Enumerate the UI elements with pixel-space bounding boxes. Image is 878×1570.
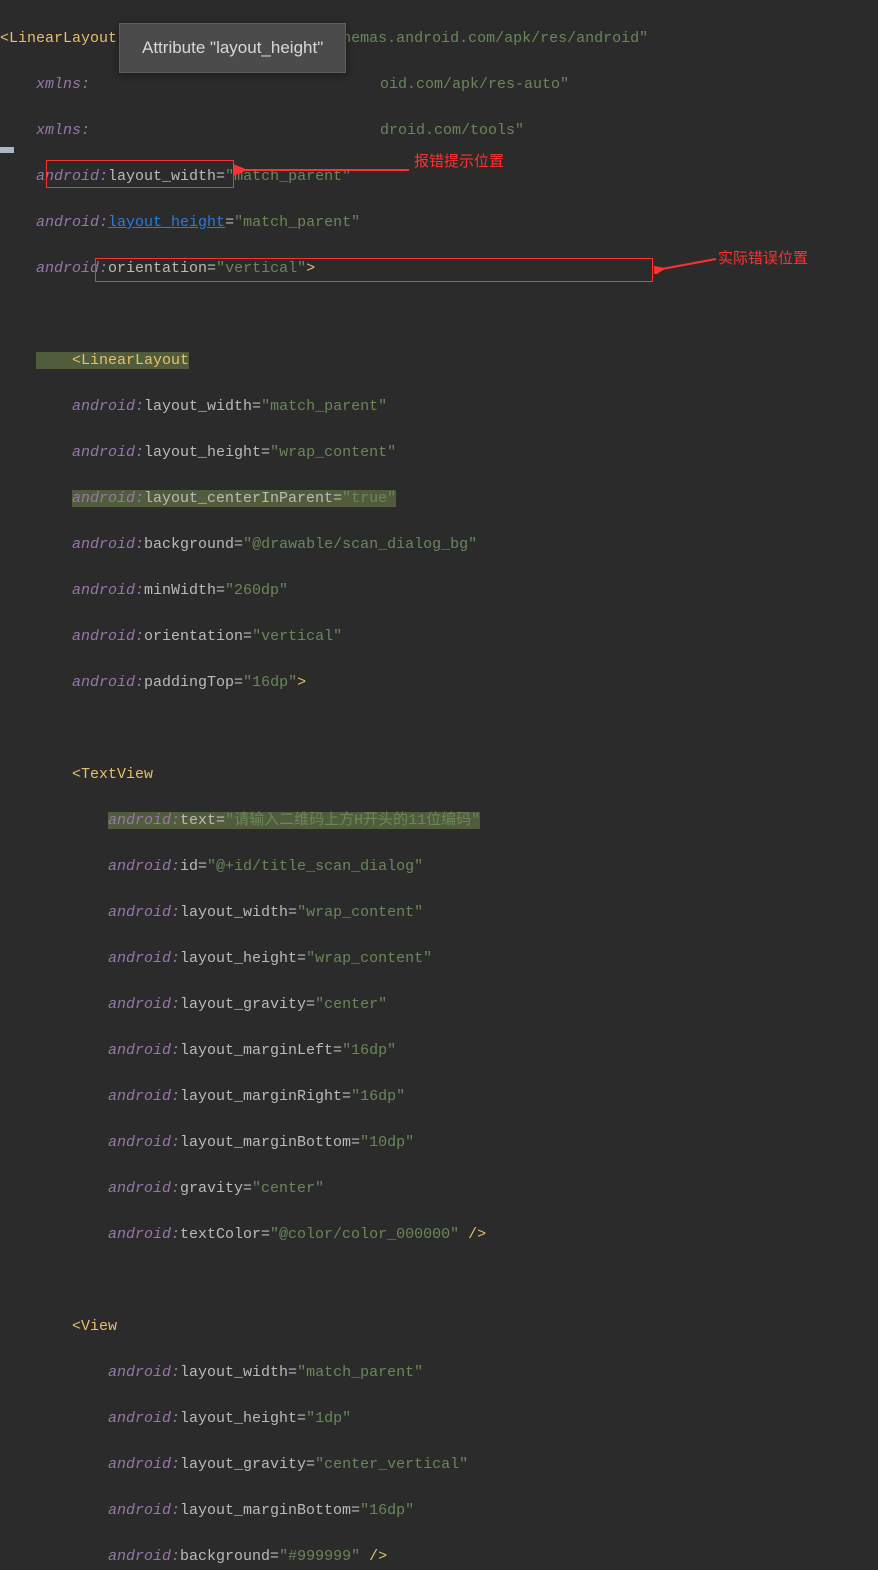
code-line: <TextView: [0, 763, 878, 786]
code-line: android:layout_centerInParent="true": [0, 487, 878, 510]
code-line: android:layout_height="1dp": [0, 1407, 878, 1430]
code-line: android:id="@+id/title_scan_dialog": [0, 855, 878, 878]
code-line: [0, 717, 878, 740]
code-line: android:layout_width="match_parent": [0, 395, 878, 418]
gutter-marker: [0, 147, 14, 153]
code-line: android:layout_gravity="center_vertical": [0, 1453, 878, 1476]
code-line: android:layout_marginBottom="10dp": [0, 1131, 878, 1154]
code-line: [0, 303, 878, 326]
code-line: android:background="#999999" />: [0, 1545, 878, 1568]
annotation-label-1: 报错提示位置: [414, 150, 504, 171]
code-line: android:minWidth="260dp": [0, 579, 878, 602]
code-editor[interactable]: <LinearLayout xmlns:android="http://sche…: [0, 0, 878, 1570]
code-line: [0, 1269, 878, 1292]
code-line: android:textColor="@color/color_000000" …: [0, 1223, 878, 1246]
code-line: android:layout_height="match_parent": [0, 211, 878, 234]
code-line: android:background="@drawable/scan_dialo…: [0, 533, 878, 556]
code-line: xmlns:droid.com/tools": [0, 119, 878, 142]
code-line: android:layout_height="wrap_content": [0, 947, 878, 970]
attribute-tooltip: Attribute "layout_height": [119, 23, 346, 73]
code-line: xmlns:oid.com/apk/res-auto": [0, 73, 878, 96]
code-line: android:layout_marginRight="16dp": [0, 1085, 878, 1108]
code-line: android:paddingTop="16dp">: [0, 671, 878, 694]
code-line: android:layout_width="wrap_content": [0, 901, 878, 924]
code-line: android:gravity="center": [0, 1177, 878, 1200]
annotation-label-2: 实际错误位置: [718, 247, 808, 268]
code-line: <LinearLayout: [0, 349, 878, 372]
code-line: android:layout_width="match_parent": [0, 1361, 878, 1384]
code-line: android:layout_marginBottom="16dp": [0, 1499, 878, 1522]
code-line: android:orientation="vertical": [0, 625, 878, 648]
tooltip-text: Attribute "layout_height": [142, 38, 323, 57]
code-line: android:layout_gravity="center": [0, 993, 878, 1016]
code-line: android:layout_height="wrap_content": [0, 441, 878, 464]
code-line: <View: [0, 1315, 878, 1338]
code-line: android:text="请输入二维码上方H开头的11位编码": [0, 809, 878, 832]
code-line: android:layout_marginLeft="16dp": [0, 1039, 878, 1062]
